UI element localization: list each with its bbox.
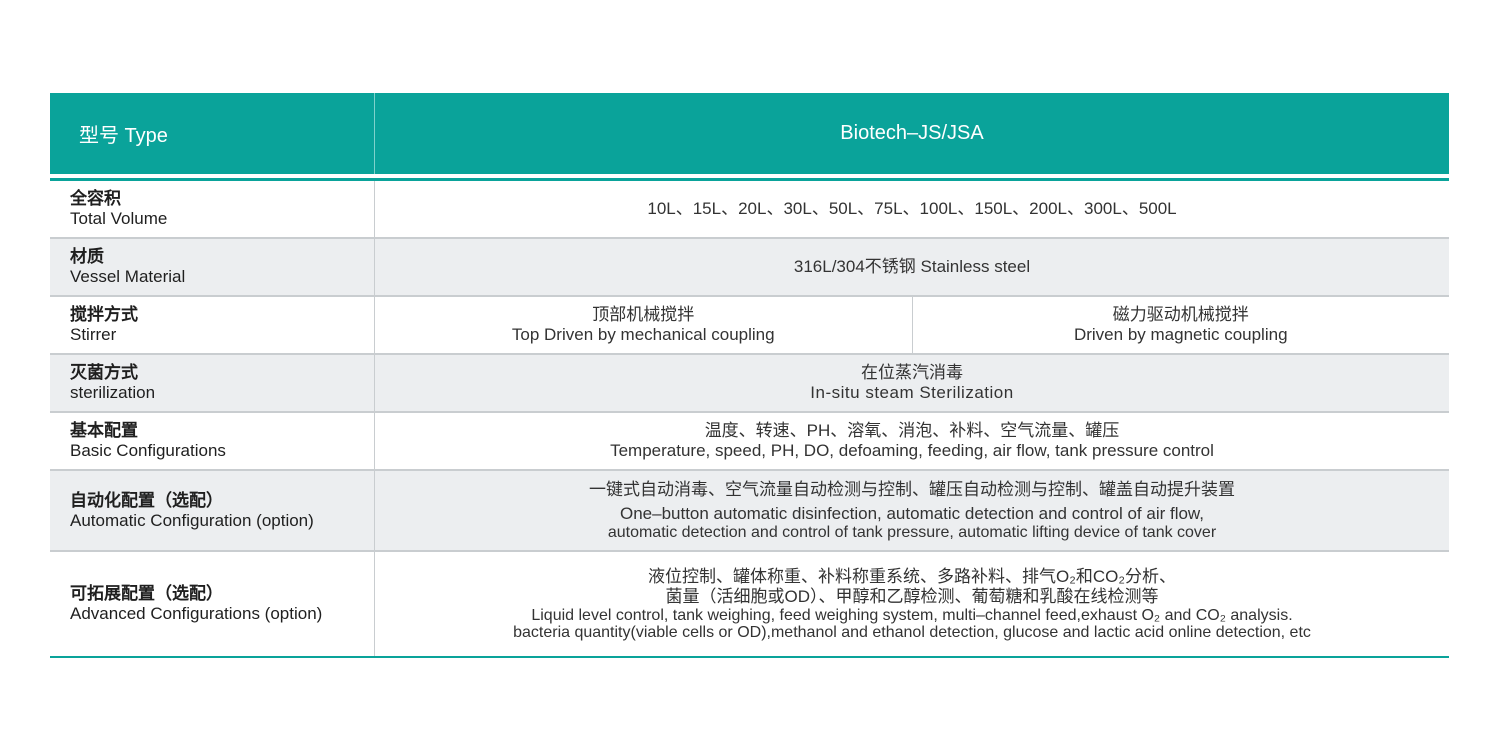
table-row-sterilization: 灭菌方式 sterilization 在位蒸汽消毒 In-situ steam …	[50, 355, 1449, 413]
value-line: 一键式自动消毒、空气流量自动检测与控制、罐压自动检测与控制、罐盖自动提升装置	[589, 480, 1235, 499]
row-value: 10L、15L、20L、30L、50L、75L、100L、150L、200L、3…	[375, 181, 1449, 237]
row-label-en: Automatic Configuration (option)	[70, 510, 314, 530]
value-line: 10L、15L、20L、30L、50L、75L、100L、150L、200L、3…	[647, 199, 1177, 218]
value-line: Top Driven by mechanical coupling	[511, 325, 775, 344]
row-label: 可拓展配置（选配） Advanced Configurations (optio…	[50, 552, 375, 656]
value-line: Liquid level control, tank weighing, fee…	[531, 607, 1293, 624]
row-label-en: Total Volume	[70, 209, 168, 228]
row-value: 在位蒸汽消毒 In-situ steam Sterilization	[375, 355, 1449, 411]
value-line: bacteria quantity(viable cells or OD),me…	[513, 624, 1311, 641]
value-line: 316L/304不锈钢 Stainless steel	[793, 257, 1031, 276]
value-line: One–button automatic disinfection, autom…	[619, 504, 1204, 523]
row-label: 灭菌方式 sterilization	[50, 355, 375, 411]
row-label-en: Basic Configurations	[70, 441, 226, 460]
header-model-value: Biotech–JS/JSA	[840, 122, 984, 144]
table-bottom-line	[50, 656, 1449, 658]
row-value: 顶部机械搅拌 Top Driven by mechanical coupling…	[375, 297, 1449, 353]
stirrer-magnetic: 磁力驱动机械搅拌 Driven by magnetic coupling	[911, 297, 1450, 353]
value-line: 顶部机械搅拌	[592, 305, 695, 324]
row-label-zh: 基本配置	[70, 421, 138, 440]
value-line: 磁力驱动机械搅拌	[1112, 305, 1249, 324]
row-label: 搅拌方式 Stirrer	[50, 297, 375, 353]
table-row-vessel-material: 材质 Vessel Material 316L/304不锈钢 Stainless…	[50, 239, 1449, 297]
value-line: 温度、转速、PH、溶氧、消泡、补料、空气流量、罐压	[704, 421, 1120, 440]
row-label: 全容积 Total Volume	[50, 181, 375, 237]
value-line: In-situ steam Sterilization	[810, 383, 1014, 402]
stirrer-top-driven: 顶部机械搅拌 Top Driven by mechanical coupling	[375, 297, 912, 353]
row-label-en: sterilization	[70, 383, 156, 402]
row-value: 液位控制、罐体称重、补料称重系统、多路补料、排气O₂和CO₂分析、 菌量（活细胞…	[375, 552, 1449, 656]
value-line: automatic detection and control of tank …	[607, 524, 1217, 541]
row-label-zh: 搅拌方式	[70, 305, 138, 324]
row-value: 温度、转速、PH、溶氧、消泡、补料、空气流量、罐压 Temperature, s…	[375, 413, 1449, 469]
row-label: 自动化配置（选配） Automatic Configuration (optio…	[50, 471, 375, 550]
value-line: 在位蒸汽消毒	[861, 363, 963, 382]
row-label-zh: 自动化配置（选配）	[70, 490, 223, 510]
table-row-advanced-configurations: 可拓展配置（选配） Advanced Configurations (optio…	[50, 552, 1449, 656]
header-type-label: 型号 Type	[50, 93, 375, 174]
spec-table: 型号 Type Biotech–JS/JSA 全容积 Total Volume …	[50, 93, 1449, 658]
value-line: 液位控制、罐体称重、补料称重系统、多路补料、排气O₂和CO₂分析、	[648, 567, 1176, 586]
row-label-zh: 材质	[70, 247, 104, 266]
row-label-en: Stirrer	[70, 325, 117, 344]
table-row-automatic-configuration: 自动化配置（选配） Automatic Configuration (optio…	[50, 471, 1449, 552]
table-row-total-volume: 全容积 Total Volume 10L、15L、20L、30L、50L、75L…	[50, 181, 1449, 239]
row-label-zh: 全容积	[70, 189, 121, 208]
table-header: 型号 Type Biotech–JS/JSA	[50, 93, 1449, 174]
row-label: 基本配置 Basic Configurations	[50, 413, 375, 469]
row-label-zh: 灭菌方式	[70, 363, 138, 382]
row-label: 材质 Vessel Material	[50, 239, 375, 295]
row-label-en: Advanced Configurations (option)	[70, 604, 323, 623]
row-value: 316L/304不锈钢 Stainless steel	[375, 239, 1449, 295]
value-line: 菌量（活细胞或OD）、甲醇和乙醇检测、葡萄糖和乳酸在线检测等	[665, 587, 1159, 606]
row-label-en: Vessel Material	[70, 267, 186, 286]
value-line: Driven by magnetic coupling	[1073, 325, 1288, 344]
table-row-basic-configurations: 基本配置 Basic Configurations 温度、转速、PH、溶氧、消泡…	[50, 413, 1449, 471]
row-value: 一键式自动消毒、空气流量自动检测与控制、罐压自动检测与控制、罐盖自动提升装置 O…	[375, 471, 1449, 550]
value-line: Temperature, speed, PH, DO, defoaming, f…	[610, 441, 1214, 460]
row-label-zh: 可拓展配置（选配）	[70, 584, 223, 603]
table-row-stirrer: 搅拌方式 Stirrer 顶部机械搅拌 Top Driven by mechan…	[50, 297, 1449, 355]
